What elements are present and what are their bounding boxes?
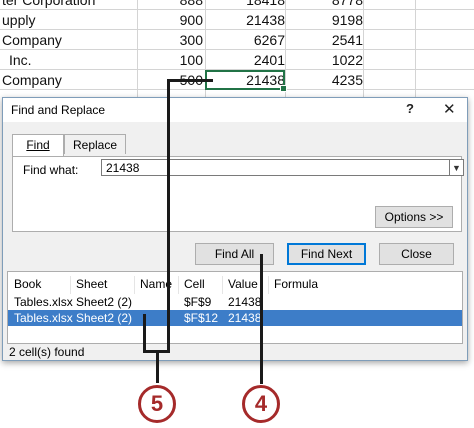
company-name-cell[interactable]: Company: [2, 32, 62, 48]
column-separator[interactable]: [268, 276, 269, 294]
column-header-formula[interactable]: Formula: [274, 277, 318, 291]
sheet-row[interactable]: upply 900 21438 9198: [0, 11, 474, 31]
column-header-sheet[interactable]: Sheet: [76, 277, 107, 291]
tab-replace[interactable]: Replace: [64, 134, 126, 154]
spreadsheet-grid: ter Corporation 888 18418 8778 upply 900…: [0, 0, 474, 100]
result-row[interactable]: Tables.xlsx Sheet2 (2) $F$9 21438: [8, 294, 462, 310]
column-separator[interactable]: [178, 276, 179, 294]
find-replace-dialog: Find and Replace ? ✕ Find Replace Find w…: [2, 97, 468, 361]
find-what-label: Find what:: [23, 163, 79, 177]
tab-find[interactable]: Find: [12, 134, 64, 157]
company-name-cell[interactable]: ter Corporation: [2, 0, 95, 8]
result-cell: $F$12: [184, 311, 219, 325]
quantity-cell[interactable]: 100: [180, 52, 203, 68]
find-tab-panel: Find what: 21438 ▼ Options >>: [12, 156, 464, 232]
dialog-title: Find and Replace: [11, 103, 106, 117]
callout-leader-line: [167, 79, 213, 82]
callout-leader-line: [260, 254, 263, 384]
result-value: 21438: [228, 311, 262, 325]
tab-find-label: Find: [26, 138, 50, 152]
result-row-selected[interactable]: Tables.xlsx Sheet2 (2) $F$12 21438: [8, 310, 462, 326]
status-text: 2 cell(s) found: [9, 345, 85, 359]
column-separator[interactable]: [134, 276, 135, 294]
value-cell[interactable]: 4235: [332, 72, 363, 88]
results-list[interactable]: Book Sheet Name Cell Value Formula Table…: [7, 271, 463, 344]
company-name-cell[interactable]: upply: [2, 12, 35, 28]
chevron-down-icon[interactable]: ▼: [450, 159, 464, 176]
result-book: Tables.xlsx: [14, 311, 73, 325]
column-header-value[interactable]: Value: [228, 277, 258, 291]
total-cell[interactable]: 21438: [246, 12, 285, 28]
sheet-row[interactable]: ter Corporation 888 18418 8778: [0, 0, 474, 11]
callout-leader-line: [156, 353, 159, 383]
close-icon[interactable]: ✕: [443, 100, 456, 118]
column-separator[interactable]: [70, 276, 71, 294]
results-header: Book Sheet Name Cell Value Formula: [8, 274, 462, 294]
quantity-cell[interactable]: 900: [180, 12, 203, 28]
quantity-cell[interactable]: 888: [180, 0, 203, 8]
callout-leader-line: [167, 79, 170, 353]
find-what-input[interactable]: 21438: [101, 159, 450, 176]
callout-leader-line: [143, 314, 146, 353]
tab-replace-label: Replace: [72, 138, 118, 152]
column-separator[interactable]: [222, 276, 223, 294]
value-cell[interactable]: 8778: [332, 0, 363, 8]
active-cell-highlight[interactable]: [205, 70, 287, 92]
total-cell[interactable]: 2401: [254, 52, 285, 68]
close-button[interactable]: Close: [379, 243, 454, 265]
value-cell[interactable]: 1022: [332, 52, 363, 68]
find-next-button[interactable]: Find Next: [287, 243, 366, 265]
callout-4: 4: [242, 385, 280, 423]
help-icon[interactable]: ?: [406, 101, 414, 116]
quantity-cell[interactable]: 300: [180, 32, 203, 48]
callout-5: 5: [138, 385, 176, 423]
options-button[interactable]: Options >>: [375, 206, 453, 228]
sheet-row[interactable]: Company 300 6267 2541: [0, 31, 474, 51]
result-cell: $F$9: [184, 295, 212, 309]
value-cell[interactable]: 9198: [332, 12, 363, 28]
dialog-titlebar[interactable]: Find and Replace ? ✕: [3, 98, 467, 122]
total-cell[interactable]: 18418: [246, 0, 285, 8]
column-header-book[interactable]: Book: [14, 277, 41, 291]
result-sheet: Sheet2 (2): [76, 311, 133, 325]
total-cell[interactable]: 6267: [254, 32, 285, 48]
column-header-cell[interactable]: Cell: [184, 277, 205, 291]
value-cell[interactable]: 2541: [332, 32, 363, 48]
result-sheet: Sheet2 (2): [76, 295, 133, 309]
fill-handle[interactable]: [280, 85, 287, 92]
result-value: 21438: [228, 295, 262, 309]
sheet-row[interactable]: Inc. 100 2401 1022: [0, 51, 474, 71]
result-book: Tables.xlsx: [14, 295, 73, 309]
company-name-cell[interactable]: Company: [2, 72, 62, 88]
company-name-cell[interactable]: Inc.: [9, 52, 32, 68]
